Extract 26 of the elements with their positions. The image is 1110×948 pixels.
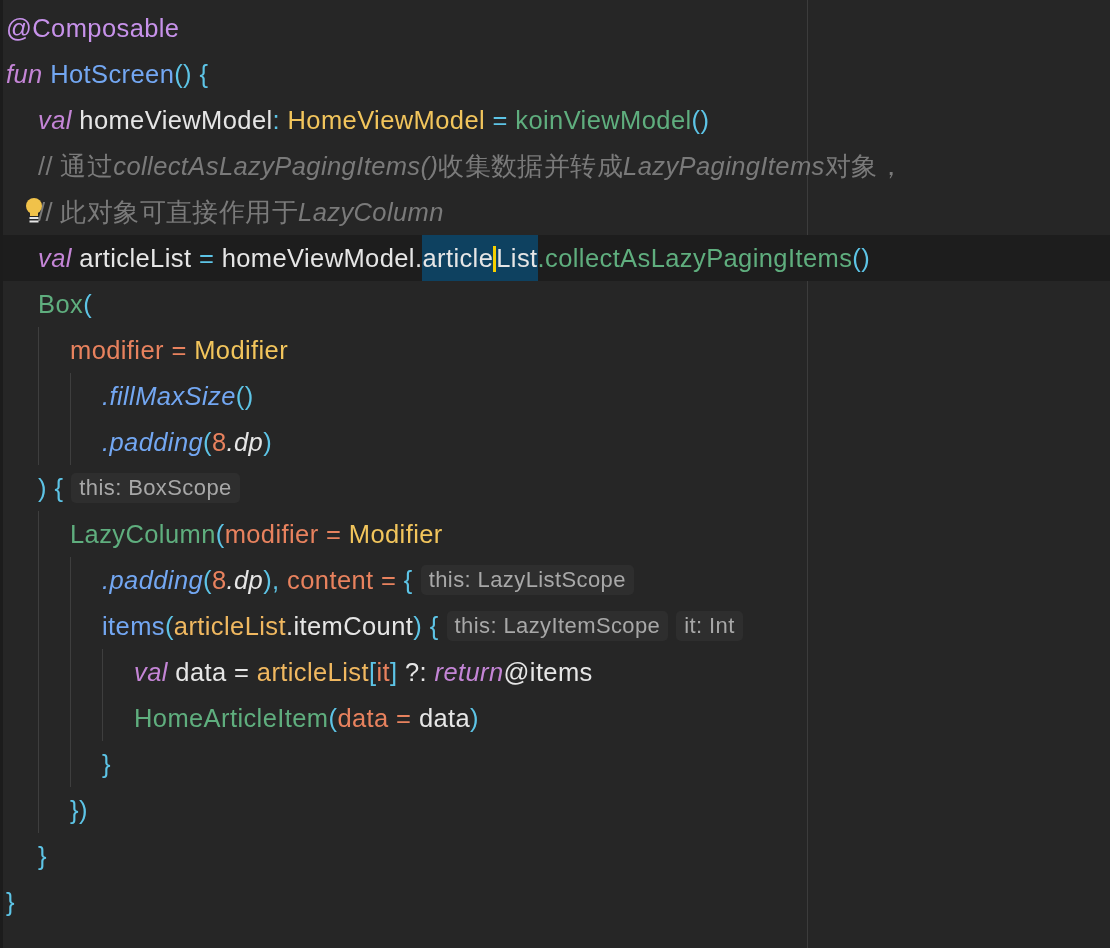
code-text: val homeViewModel: HomeViewModel = koinViewModel() bbox=[38, 105, 710, 135]
inlay-hint: this: LazyItemScope bbox=[446, 611, 669, 641]
code-text: ) { bbox=[38, 473, 64, 503]
selected-text: article List bbox=[422, 235, 538, 281]
code-text: Box( bbox=[38, 289, 93, 319]
code-text: items(articleList.itemCount) { bbox=[102, 611, 439, 641]
code-text: } bbox=[6, 887, 15, 917]
code-comment: // 通过collectAsLazyPagingItems()收集数据并转成LazyPagingItems对象， bbox=[38, 151, 904, 181]
code-text: val articleList = homeViewModel. bbox=[38, 243, 423, 273]
code-text: } bbox=[38, 841, 47, 871]
code-text: }) bbox=[70, 795, 88, 825]
code-comment: // 此对象可直接作用于LazyColumn bbox=[38, 197, 444, 227]
code-text: fun HotScreen() { bbox=[6, 59, 209, 89]
code-text: .padding(8.dp), content = { bbox=[102, 565, 413, 595]
inlay-hint: this: BoxScope bbox=[71, 473, 240, 503]
code-text: @Composable bbox=[6, 13, 180, 43]
code-text: HomeArticleItem(data = data) bbox=[134, 703, 479, 733]
code-text: val data = articleList[it] ?: return@items bbox=[134, 657, 593, 687]
code-text: .padding(8.dp) bbox=[102, 427, 273, 457]
inlay-hint: it: Int bbox=[676, 611, 743, 641]
code-text: .collectAsLazyPagingItems() bbox=[537, 243, 871, 273]
code-text: .fillMaxSize() bbox=[102, 381, 254, 411]
code-text: LazyColumn(modifier = Modifier bbox=[70, 519, 443, 549]
code-text: } bbox=[102, 749, 111, 779]
code-text: modifier = Modifier bbox=[70, 335, 289, 365]
inlay-hint: this: LazyListScope bbox=[420, 565, 634, 595]
